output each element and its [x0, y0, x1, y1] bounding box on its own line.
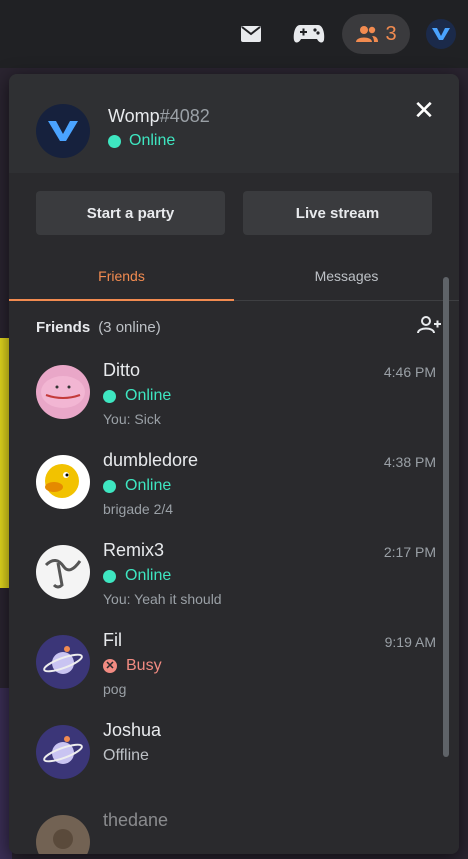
friends-count: 3	[385, 22, 397, 45]
joshua-avatar	[36, 725, 90, 779]
list-item[interactable]: thedane	[9, 803, 449, 854]
add-friend-icon[interactable]	[417, 315, 441, 339]
list-item[interactable]: Fil 9:19 AM ✕ Busy pog	[9, 623, 449, 713]
friend-name: dumbledore	[103, 450, 199, 470]
last-message: pog	[103, 681, 127, 697]
avatar	[36, 104, 90, 158]
start-party-button[interactable]: Start a party	[36, 191, 225, 235]
online-dot-icon	[103, 569, 116, 583]
online-dot-icon	[103, 479, 116, 493]
friends-button[interactable]: 3	[342, 14, 410, 54]
list-item[interactable]: dumbledore 4:38 PM Online brigade 2/4	[9, 443, 449, 533]
list-item[interactable]: Ditto 4:46 PM Online You: Sick	[9, 353, 449, 443]
friend-name: Fil	[103, 630, 122, 650]
list-item[interactable]: Joshua Offline	[9, 713, 449, 803]
friend-name: Remix3	[103, 540, 165, 560]
ditto-avatar	[36, 365, 90, 419]
online-dot-icon	[103, 389, 116, 403]
remix3-avatar	[36, 545, 90, 599]
account-avatar[interactable]	[424, 14, 458, 54]
last-message: You: Sick	[103, 411, 161, 427]
last-seen: 4:46 PM	[383, 364, 436, 380]
gamepad-icon[interactable]	[290, 14, 328, 54]
last-seen: 2:17 PM	[383, 544, 436, 560]
friend-name: Joshua	[103, 720, 162, 740]
online-dot-icon	[108, 134, 121, 148]
friends-icon	[356, 26, 379, 42]
online-count: (3 online)	[98, 318, 161, 336]
dumbledore-avatar	[36, 455, 90, 509]
username: Womp#4082	[108, 106, 210, 126]
profile-header: Womp#4082 Online ✕	[9, 74, 459, 173]
friend-status: Online	[103, 477, 171, 495]
friends-panel: Womp#4082 Online ✕ Start a party Live st…	[9, 74, 459, 854]
mail-icon[interactable]	[234, 14, 268, 54]
last-message: You: Yeah it should	[103, 591, 222, 607]
friend-status: Online	[103, 567, 171, 585]
last-message: brigade 2/4	[103, 501, 174, 517]
list-item[interactable]: Remix3 2:17 PM Online You: Yeah it shoul…	[9, 533, 449, 623]
top-bar: 3	[0, 0, 468, 68]
tab-messages[interactable]: Messages	[234, 263, 459, 300]
live-stream-button[interactable]: Live stream	[243, 191, 432, 235]
friend-status: Offline	[103, 747, 149, 764]
busy-icon: ✕	[103, 659, 117, 673]
last-seen: 9:19 AM	[384, 634, 436, 650]
friend-name: thedane	[103, 810, 169, 830]
last-seen: 4:38 PM	[383, 454, 436, 470]
close-icon[interactable]: ✕	[412, 97, 436, 123]
friend-name: Ditto	[103, 360, 141, 380]
user-status: Online	[108, 132, 175, 150]
friends-list: Ditto 4:46 PM Online You: Sick dumbledor…	[9, 353, 449, 854]
tab-friends[interactable]: Friends	[9, 263, 234, 301]
friend-status: Online	[103, 387, 171, 405]
thedane-avatar	[36, 815, 90, 854]
user-tag: #4082	[159, 106, 210, 126]
friends-section-title: Friends	[36, 318, 91, 336]
scrollbar[interactable]	[443, 277, 449, 757]
fil-avatar	[36, 635, 90, 689]
friend-status: ✕ Busy	[103, 657, 162, 675]
